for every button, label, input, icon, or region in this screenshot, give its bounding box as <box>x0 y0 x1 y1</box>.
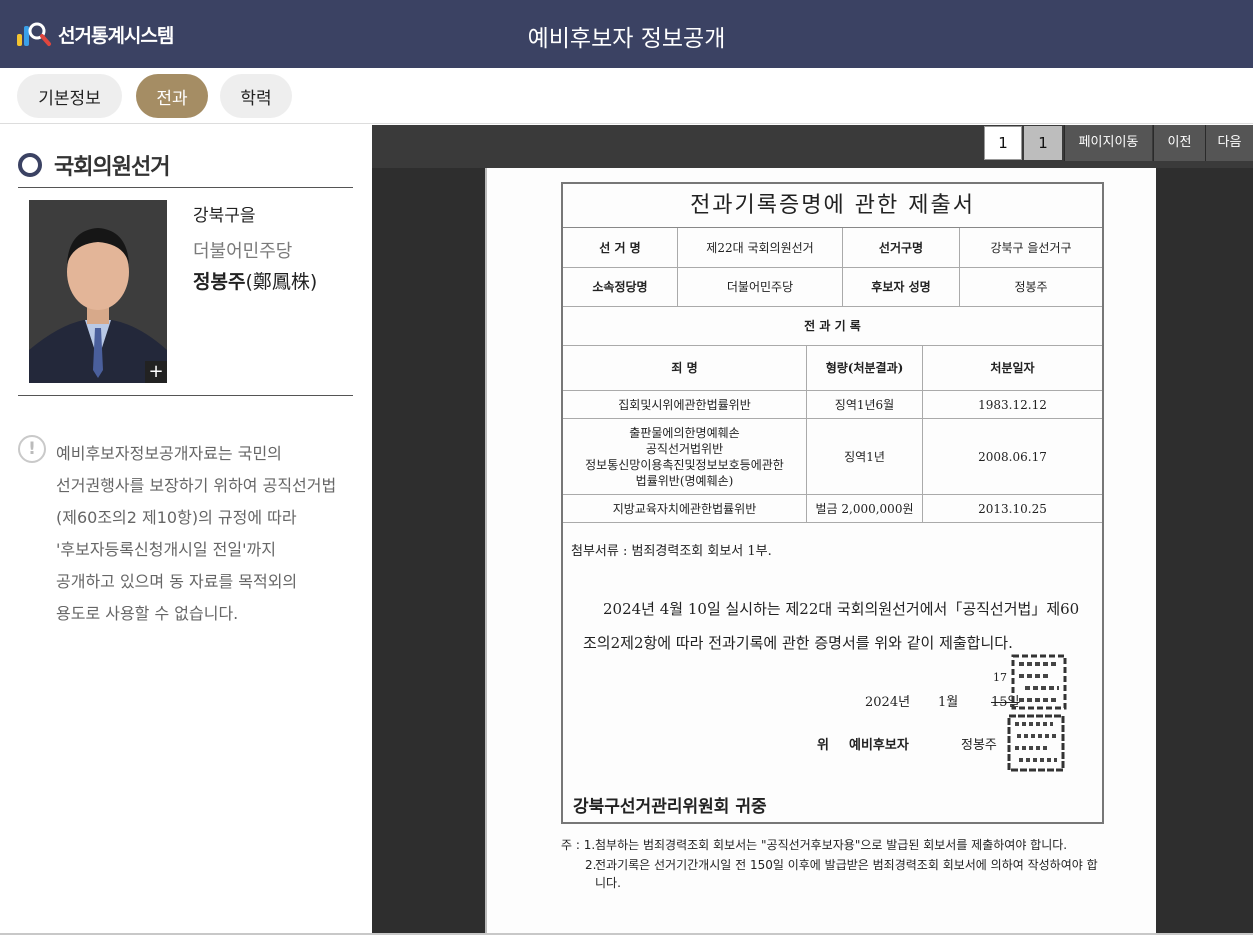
page-number-input[interactable]: 1 <box>984 126 1022 160</box>
prev-page-button[interactable]: 이전 <box>1153 125 1205 161</box>
district-label: 강북구을 <box>193 206 256 226</box>
page-total: 1 <box>1024 126 1062 160</box>
body-text-line: 2024년 4월 10일 실시하는 제22대 국회의원선거에서「공직선거법」제6… <box>603 600 1080 618</box>
signer-role: 예비후보자 <box>849 738 909 753</box>
crime-line: 법률위반(명예훼손) <box>635 473 734 488</box>
candidate-photo[interactable]: + <box>29 200 167 383</box>
signer-label: 위 <box>817 738 829 753</box>
record-crime: 지방교육자치에관한법률위반 <box>563 495 807 522</box>
signer-name: 정봉주 <box>961 738 997 753</box>
record-date: 2008.06.17 <box>978 449 1047 464</box>
footnote-text: 첨부하는 범죄경력조회 회보서는 "공직선거후보자용"으로 발급된 회보서를 제… <box>595 838 1068 852</box>
value-party-name: 더불어민주당 <box>678 268 843 306</box>
candidate-name: 정봉주(鄭鳳株) <box>193 267 317 294</box>
attachment-note: 첨부서류 : 범죄경력조회 회보서 1부. <box>571 544 772 559</box>
col-sentence: 형량(처분결과) <box>807 346 923 390</box>
footnote: 2. 전과기록은 선거기간개시일 전 150일 이후에 발급받은 범죄경력조회 … <box>561 856 1101 892</box>
notice-text: 예비후보자정보공개자료는 국민의 선거권행사를 보장하기 위하여 공직선거법 (… <box>56 438 366 630</box>
table-row: 선 거 명 제22대 국회의원선거 선거구명 강북구 을선거구 <box>563 228 1102 268</box>
top-header: 선거통계시스템 예비후보자 정보공개 <box>0 0 1253 68</box>
table-row: 집회및시위에관한법률위반 징역1년6월 1983.12.12 <box>563 391 1102 419</box>
footnote-text: 전과기록은 선거기간개시일 전 150일 이후에 발급받은 범죄경력조회 회보서… <box>595 858 1098 890</box>
notice-line: 예비후보자정보공개자료는 국민의 <box>56 444 282 463</box>
candidate-name-korean: 정봉주 <box>193 271 246 293</box>
footnote-number: 2. <box>585 858 597 872</box>
election-type-title: 국회의원선거 <box>54 155 170 180</box>
divider <box>18 187 353 188</box>
footnote: 주 : 1. 첨부하는 범죄경력조회 회보서는 "공직선거후보자용"으로 발급된… <box>561 836 1101 854</box>
candidate-name-hanja: (鄭鳳株) <box>245 271 318 293</box>
label-election-name: 선 거 명 <box>563 228 678 267</box>
value-district-name: 강북구 을선거구 <box>990 240 1072 255</box>
footnote-number: 주 : 1. <box>561 838 596 852</box>
notice-line: 용도로 사용할 수 없습니다. <box>56 604 239 623</box>
document-page: 전과기록증명에 관한 제출서 선 거 명 제22대 국회의원선거 선거구명 강북… <box>485 168 1156 935</box>
table-row: 지방교육자치에관한법률위반 벌금 2,000,000원 2013.10.25 <box>563 495 1102 523</box>
seal-stamp <box>1005 654 1071 772</box>
notice-line: 선거권행사를 보장하기 위하여 공직선거법 <box>56 476 337 495</box>
crime-line: 정보통신망이용촉진및정보보호등에관한 <box>585 457 784 472</box>
record-header: 전 과 기 록 <box>804 319 861 333</box>
party-label: 더불어민주당 <box>193 241 293 262</box>
footnotes: 주 : 1. 첨부하는 범죄경력조회 회보서는 "공직선거후보자용"으로 발급된… <box>561 836 1101 892</box>
notice-line: '후보자등록신청개시일 전일'까지 <box>56 540 276 559</box>
value-election-name: 제22대 국회의원선거 <box>678 228 843 267</box>
tab-criminal-record[interactable]: 전과 <box>136 74 208 118</box>
label-candidate-name: 후보자 성명 <box>843 268 960 306</box>
table-row: 죄 명 형량(처분결과) 처분일자 <box>563 346 1102 391</box>
section-title: 국회의원선거 <box>18 149 170 181</box>
next-page-button[interactable]: 다음 <box>1205 125 1253 161</box>
record-sentence: 징역1년 <box>807 419 923 494</box>
record-sentence: 징역1년6월 <box>807 391 923 418</box>
record-date: 1983.12.12 <box>978 397 1047 412</box>
divider <box>18 395 353 396</box>
tab-education[interactable]: 학력 <box>220 74 292 118</box>
label-party-name: 소속정당명 <box>563 268 678 306</box>
date-month: 1월 <box>938 695 959 710</box>
page-title: 예비후보자 정보공개 <box>527 26 726 52</box>
table-row: 소속정당명 더불어민주당 후보자 성명 정봉주 <box>563 268 1102 307</box>
col-date: 처분일자 <box>990 361 1035 375</box>
record-crime: 출판물에의한명예훼손 공직선거법위반 정보통신망이용촉진및정보보호등에관한 법률… <box>563 419 807 494</box>
ring-icon <box>18 153 42 177</box>
goto-page-button[interactable]: 페이지이동 <box>1064 125 1152 161</box>
tab-bar: 기본정보 전과 학력 <box>0 68 1253 124</box>
tab-basic-info[interactable]: 기본정보 <box>17 74 122 118</box>
table-row: 출판물에의한명예훼손 공직선거법위반 정보통신망이용촉진및정보보호등에관한 법률… <box>563 419 1102 495</box>
label-district-name: 선거구명 <box>843 228 960 267</box>
recipient: 강북구선거관리위원회 귀중 <box>573 797 767 817</box>
form-title: 전과기록증명에 관한 제출서 <box>563 184 1102 228</box>
record-sentence: 벌금 2,000,000원 <box>807 495 923 522</box>
table-row: 전 과 기 록 <box>563 307 1102 346</box>
record-date: 2013.10.25 <box>978 501 1047 516</box>
notice-line: 공개하고 있으며 동 자료를 목적외의 <box>56 572 298 591</box>
crime-line: 공직선거법위반 <box>645 441 724 456</box>
record-crime: 집회및시위에관한법률위반 <box>563 391 807 418</box>
notice-line: (제60조의2 제10항)의 규정에 따라 <box>56 508 297 527</box>
crime-line: 출판물에의한명예훼손 <box>629 425 740 440</box>
enlarge-plus-icon[interactable]: + <box>145 361 167 383</box>
candidate-sidebar: 국회의원선거 + 강북구을 더불어민주당 정봉주(鄭鳳株) ! 예비후보자정보공… <box>0 125 372 935</box>
document-viewer: 1 1 페이지이동 이전 다음 전과기록증명에 관한 제출서 선 거 명 제22… <box>372 125 1253 935</box>
value-candidate-name: 정봉주 <box>1014 280 1048 294</box>
submission-form: 전과기록증명에 관한 제출서 선 거 명 제22대 국회의원선거 선거구명 강북… <box>561 182 1104 824</box>
exclamation-icon: ! <box>18 435 46 463</box>
viewer-toolbar: 1 1 페이지이동 이전 다음 <box>372 125 1253 168</box>
col-crime: 죄 명 <box>563 346 807 390</box>
date-year: 2024년 <box>865 695 911 710</box>
body-text-line: 조의2제2항에 따라 전과기록에 관한 증명서를 위와 같이 제출합니다. <box>583 634 1013 652</box>
